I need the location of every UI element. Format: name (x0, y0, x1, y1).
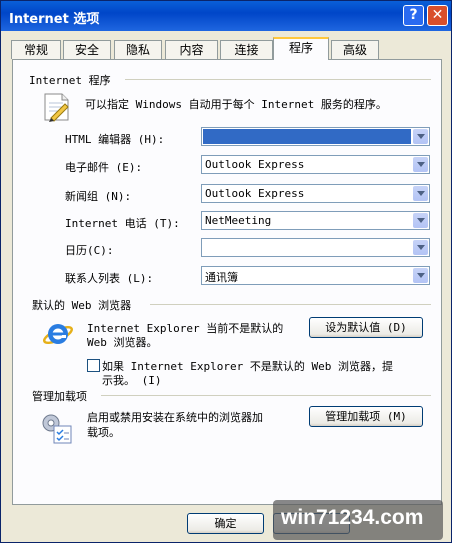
window-title: Internet 选项 (9, 12, 100, 27)
ie-logo-icon (42, 324, 74, 345)
group-title-addons: 管理加载项 (32, 390, 87, 403)
tab-content[interactable]: 内容 (165, 40, 218, 59)
chevron-down-icon[interactable] (413, 186, 428, 201)
help-button[interactable]: ? (403, 5, 424, 26)
label-html-editor: HTML 编辑器 (H): (65, 133, 165, 146)
browser-status-line-2: Web 浏览器。 (87, 336, 158, 349)
label-email: 电子邮件 (E): (65, 161, 143, 174)
chevron-down-icon[interactable] (413, 157, 428, 172)
contacts-select[interactable]: 通讯簿 (201, 266, 430, 285)
internet-options-dialog: Internet 选项 ? ✕ 常规 安全 隐私 内容 连接 程序 高级 Int… (0, 0, 452, 543)
ok-button[interactable]: 确定 (187, 513, 264, 534)
label-newsgroups: 新闻组 (N): (65, 190, 132, 203)
prompt-default-line-2: 示我。 (I) (102, 374, 162, 387)
tab-general[interactable]: 常规 (11, 40, 61, 59)
addons-description-line-2: 载项。 (87, 426, 120, 439)
html-editor-value (203, 129, 411, 144)
label-internet-call: Internet 电话 (T): (65, 217, 180, 230)
internet-call-select[interactable]: NetMeeting (201, 211, 430, 230)
set-default-button[interactable]: 设为默认值 (D) (309, 317, 423, 338)
program-edit-icon (44, 93, 69, 122)
watermark-text: win71234.com (281, 506, 424, 529)
calendar-select[interactable] (201, 238, 430, 257)
chevron-down-icon[interactable] (413, 268, 428, 283)
contacts-value: 通讯簿 (205, 271, 238, 284)
internet-call-value: NetMeeting (205, 214, 272, 227)
tab-programs[interactable]: 程序 (273, 37, 329, 60)
label-contacts: 联系人列表 (L): (65, 272, 154, 285)
newsgroups-value: Outlook Express (205, 187, 305, 200)
html-editor-select[interactable] (201, 127, 430, 146)
chevron-down-icon[interactable] (413, 129, 428, 144)
group-title-browser: 默认的 Web 浏览器 (32, 299, 132, 312)
group-title-programs: Internet 程序 (29, 74, 111, 87)
tab-security[interactable]: 安全 (63, 40, 111, 59)
tab-connections[interactable]: 连接 (220, 40, 273, 59)
prompt-default-checkbox[interactable] (87, 359, 100, 372)
manage-addons-button[interactable]: 管理加载项 (M) (309, 406, 423, 427)
newsgroups-select[interactable]: Outlook Express (201, 184, 430, 203)
email-value: Outlook Express (205, 158, 305, 171)
addons-description-line-1: 启用或禁用安装在系统中的浏览器加 (87, 411, 263, 424)
group-rule (101, 395, 431, 396)
chevron-down-icon[interactable] (413, 213, 428, 228)
title-bar[interactable]: Internet 选项 ? ✕ (1, 1, 451, 31)
tab-advanced[interactable]: 高级 (331, 40, 379, 59)
email-select[interactable]: Outlook Express (201, 155, 430, 174)
label-calendar: 日历(C): (65, 244, 114, 257)
addon-settings-icon (42, 414, 72, 444)
close-button[interactable]: ✕ (427, 5, 448, 26)
chevron-down-icon[interactable] (413, 240, 428, 255)
tab-panel-programs: Internet 程序 可以指定 Windows 自动用于每个 Internet… (12, 59, 442, 505)
programs-description: 可以指定 Windows 自动用于每个 Internet 服务的程序。 (85, 98, 387, 111)
watermark-box: win71234.com (273, 500, 443, 540)
group-rule (150, 304, 431, 305)
group-rule (125, 79, 431, 80)
tab-privacy[interactable]: 隐私 (114, 40, 162, 59)
